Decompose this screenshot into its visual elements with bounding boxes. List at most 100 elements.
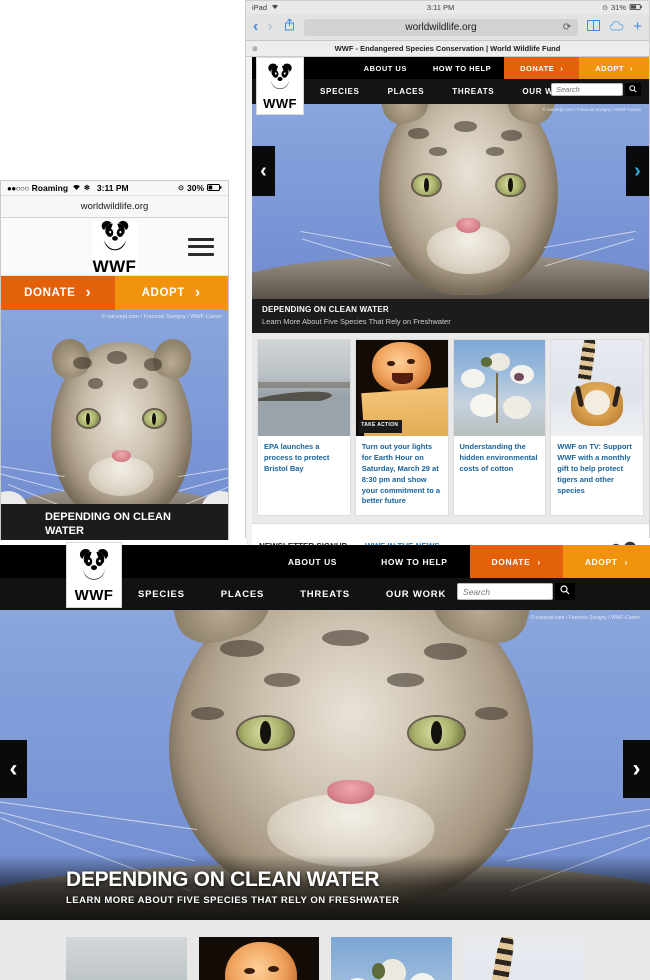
- cotton-bolls-thumb: [453, 340, 546, 436]
- wwf-logo[interactable]: WWF: [256, 57, 304, 115]
- nav-about-us[interactable]: ABOUT US: [266, 545, 359, 578]
- news-card[interactable]: WWF on TV: Support WWF with a monthly gi…: [550, 339, 644, 517]
- reload-icon[interactable]: ⟳: [563, 22, 571, 33]
- news-card[interactable]: TAKE ACTION Turn out your lights for Ear…: [354, 339, 449, 517]
- screenshot-canvas: ●●○○○ Roaming ✻ 3:11 PM ⊙ 30% worldwildl…: [0, 0, 650, 980]
- snow-leopard-photo: [252, 104, 649, 299]
- rotation-lock-icon: ⊙: [178, 185, 184, 192]
- hero-title: DEPENDING ON CLEAN WATER: [262, 305, 389, 314]
- nav-places[interactable]: PLACES: [203, 589, 282, 600]
- nav-about-us[interactable]: ABOUT US: [351, 57, 420, 79]
- news-card[interactable]: [463, 937, 584, 980]
- nav-our-work[interactable]: OUR WORK: [368, 589, 464, 600]
- battery-icon: [629, 3, 643, 12]
- search-icon: [629, 84, 637, 95]
- search-input[interactable]: [551, 83, 623, 96]
- battery-percent-label: 31%: [610, 3, 626, 12]
- donate-label: DONATE: [520, 63, 555, 73]
- address-bar[interactable]: worldwildlife.org ⟳: [303, 18, 579, 36]
- search-input[interactable]: [457, 583, 553, 600]
- bristol-bay-aerial-thumb: [258, 340, 350, 436]
- wwf-wordmark: WWF: [74, 587, 114, 604]
- hero-subtitle[interactable]: Learn More About Five Species That Rely …: [262, 317, 639, 326]
- desktop-site-nav: ABOUT US HOW TO HELP DONATE › ADOPT › SP…: [0, 542, 650, 610]
- device-label: iPad: [252, 3, 268, 12]
- donate-label: DONATE: [24, 287, 76, 299]
- ipad-status-bar: iPad 3:11 PM ⊙ 31%: [246, 1, 649, 14]
- nav-places[interactable]: PLACES: [374, 87, 439, 96]
- news-card[interactable]: [198, 937, 319, 980]
- ipad-search: [551, 83, 641, 96]
- mobile-status-bar: ●●○○○ Roaming ✻ 3:11 PM ⊙ 30%: [1, 181, 228, 196]
- cloud-icon[interactable]: [609, 18, 624, 36]
- news-card-text[interactable]: WWF on TV: Support WWF with a monthly gi…: [551, 436, 643, 504]
- ipad-browser-screenshot: iPad 3:11 PM ⊙ 31% ‹ › worldwildlife.org…: [245, 0, 650, 554]
- carousel-next-button[interactable]: ›: [626, 146, 649, 196]
- mobile-cta-row: DONATE › ADOPT ›: [1, 276, 228, 310]
- donate-button[interactable]: DONATE ›: [1, 276, 115, 310]
- url-text: worldwildlife.org: [405, 21, 477, 33]
- search-button[interactable]: [555, 583, 575, 600]
- close-icon[interactable]: ⊗: [252, 45, 258, 53]
- panda-icon: [76, 547, 112, 586]
- news-card-text[interactable]: EPA launches a process to protect Bristo…: [258, 436, 350, 483]
- nav-species[interactable]: SPECIES: [120, 589, 203, 600]
- desktop-hero-caption: DEPENDING ON CLEAN WATER LEARN MORE ABOU…: [0, 855, 650, 920]
- chevron-right-icon: ›: [194, 284, 201, 301]
- chevron-right-icon: ›: [85, 284, 92, 301]
- carousel-next-button[interactable]: ›: [623, 740, 650, 798]
- earth-hour-boy-sign-thumb: [198, 937, 319, 980]
- carousel-prev-button[interactable]: ‹: [0, 740, 27, 798]
- ipad-hero-carousel: © naturepl.com / Francois Savigny / WWF-…: [252, 104, 649, 299]
- photo-credit: © naturepl.com / Francois Savigny / WWF-…: [542, 107, 641, 112]
- ipad-toolbar: ‹ › worldwildlife.org ⟳ +: [246, 14, 649, 41]
- wwf-logo[interactable]: WWF: [66, 542, 122, 608]
- adopt-button[interactable]: ADOPT ›: [579, 57, 649, 79]
- tab-title[interactable]: WWF - Endangered Species Conservation | …: [335, 44, 561, 53]
- nav-how-to-help[interactable]: HOW TO HELP: [359, 545, 469, 578]
- bluetooth-icon: ✻: [84, 185, 90, 192]
- wwf-wordmark: WWF: [263, 96, 297, 111]
- share-icon[interactable]: [284, 18, 295, 36]
- book-icon[interactable]: [587, 18, 601, 36]
- news-card[interactable]: EPA launches a process to protect Bristo…: [257, 339, 351, 517]
- adopt-label: ADOPT: [595, 63, 624, 73]
- photo-credit: © naturepl.com / Francois Savigny / WWF-…: [530, 615, 640, 621]
- hamburger-menu-icon[interactable]: [188, 237, 214, 256]
- nav-threats[interactable]: THREATS: [438, 87, 508, 96]
- wwf-logo[interactable]: WWF: [91, 219, 138, 275]
- panda-icon: [98, 219, 132, 256]
- url-text: worldwildlife.org: [80, 201, 149, 212]
- desktop-search: [457, 583, 575, 600]
- news-card-text[interactable]: Understanding the hidden environmental c…: [454, 436, 546, 483]
- adopt-button[interactable]: ADOPT ›: [114, 276, 228, 310]
- take-action-badge: TAKE ACTION: [361, 421, 399, 428]
- battery-percent-label: 30%: [186, 183, 204, 193]
- mobile-hero-carousel: © naturepl.com / Francois Savigny / WWF-…: [1, 310, 228, 540]
- search-button[interactable]: [625, 83, 641, 96]
- ipad-tab-bar: ⊗ WWF - Endangered Species Conservation …: [246, 41, 649, 57]
- nav-species[interactable]: SPECIES: [306, 87, 374, 96]
- news-card[interactable]: [331, 937, 452, 980]
- donate-button[interactable]: DONATE ›: [504, 57, 580, 79]
- desktop-news-cards: [0, 920, 650, 980]
- mobile-url-bar[interactable]: worldwildlife.org: [1, 196, 228, 218]
- chevron-right-icon: ›: [630, 63, 633, 73]
- donate-button[interactable]: DONATE ›: [469, 545, 563, 578]
- adopt-label: ADOPT: [584, 556, 618, 567]
- carrier-label: Roaming: [31, 183, 69, 193]
- ipad-news-cards: EPA launches a process to protect Bristo…: [252, 333, 649, 524]
- nav-how-to-help[interactable]: HOW TO HELP: [420, 57, 504, 79]
- ipad-nav-utility-row: ABOUT US HOW TO HELP DONATE › ADOPT ›: [252, 57, 649, 79]
- mobile-browser-screenshot: ●●○○○ Roaming ✻ 3:11 PM ⊙ 30% worldwildl…: [0, 180, 229, 540]
- ipad-hero-caption: DEPENDING ON CLEAN WATER Learn More Abou…: [252, 299, 649, 333]
- hero-subtitle[interactable]: LEARN MORE ABOUT FIVE SPECIES THAT RELY …: [66, 895, 650, 906]
- news-card[interactable]: Understanding the hidden environmental c…: [452, 339, 547, 517]
- news-card-text[interactable]: Turn out your lights for Earth Hour on S…: [356, 436, 448, 515]
- panda-icon: [265, 62, 295, 95]
- carousel-prev-button[interactable]: ‹: [252, 146, 275, 196]
- nav-threats[interactable]: THREATS: [282, 589, 368, 600]
- adopt-button[interactable]: ADOPT ›: [562, 545, 650, 578]
- news-card[interactable]: [66, 937, 187, 980]
- wifi-icon: [72, 183, 81, 193]
